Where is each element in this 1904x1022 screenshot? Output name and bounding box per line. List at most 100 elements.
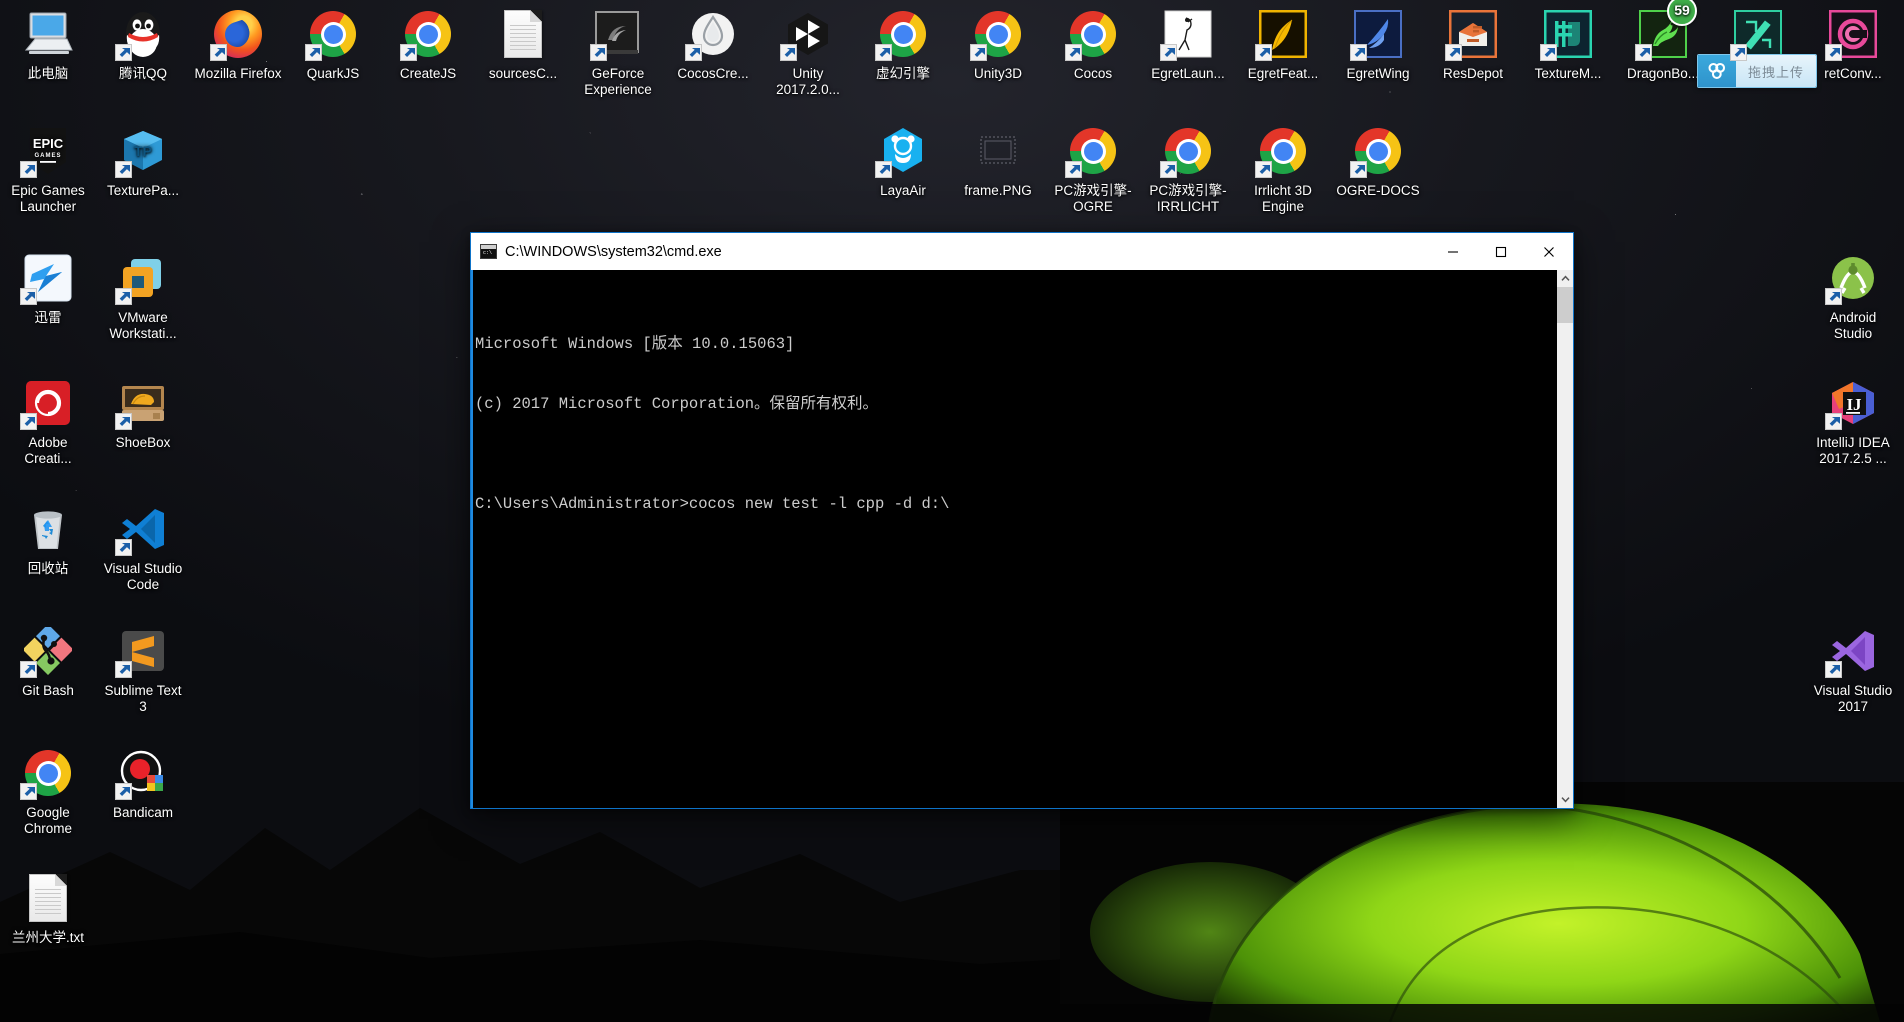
desktop-icon[interactable]: PC游戏引擎-OGRE [1049,125,1137,214]
scrollbar-thumb[interactable] [1557,287,1573,323]
desktop-icon-label: EgretFeat... [1247,66,1319,81]
chevron-down-icon[interactable] [1557,791,1573,808]
desktop-icon-label: 回收站 [27,561,69,576]
shortcut-arrow-icon [1825,661,1842,678]
shortcut-arrow-icon [685,44,702,61]
desktop-icon-label: TextureM... [1534,66,1602,81]
close-button[interactable] [1525,233,1573,270]
chrome-icon [400,8,454,61]
chrome-icon [875,8,929,61]
cmd-body[interactable]: Microsoft Windows [版本 10.0.15063] (c) 20… [471,270,1573,808]
desktop-icon-label: Visual Studio 2017 [1813,683,1893,714]
minimize-button[interactable] [1429,233,1477,270]
intellij-icon: IJ [1825,377,1879,430]
chevron-up-icon[interactable] [1557,270,1573,287]
desktop-icon[interactable]: OGRE-DOCS [1334,125,1422,199]
desktop-icon-label: ResDepot [1442,66,1504,81]
desktop[interactable]: 此电脑 腾讯QQ Mozilla Firefox QuarkJS CreateJS sou… [0,0,1904,1022]
shortcut-arrow-icon [115,413,132,430]
desktop-icon-label: 迅雷 [34,310,62,325]
desktop-icon[interactable]: EgretLaun... [1144,8,1232,82]
desktop-icon-label: EgretLaun... [1151,66,1225,81]
console-scrollbar[interactable] [1556,270,1573,808]
desktop-icon-label: Git Bash [22,683,74,698]
shortcut-arrow-icon [1635,44,1652,61]
desktop-icon[interactable]: IJ IntelliJ IDEA 2017.2.5 ... [1809,377,1897,466]
egretinspector-icon [1730,8,1784,61]
desktop-icon[interactable]: sourcesC... [479,8,567,82]
desktop-icon-label: IntelliJ IDEA 2017.2.5 ... [1816,435,1890,466]
desktop-icon-label: Sublime Text 3 [104,683,182,714]
desktop-icon[interactable]: CocosCre... [669,8,757,82]
desktop-icon[interactable]: PC游戏引擎-IRRLICHT [1144,125,1232,214]
console-output[interactable]: Microsoft Windows [版本 10.0.15063] (c) 20… [471,270,1556,808]
desktop-icon-label: 此电脑 [27,66,69,81]
desktop-icon[interactable]: Visual Studio 2017 [1809,625,1897,714]
baidu-netdisk-upload-widget[interactable]: 拖拽上传 [1697,54,1817,88]
desktop-icon[interactable]: 兰州大学.txt [4,872,92,946]
firefox-icon [210,8,264,61]
desktop-icon[interactable]: 59 DragonBo... [1619,0,1707,82]
desktop-icon[interactable]: GeForce Experience [574,8,662,97]
shortcut-arrow-icon [20,413,37,430]
desktop-icon[interactable]: Bandicam [99,747,187,821]
chrome-icon [970,8,1024,61]
chrome-icon [1350,125,1404,178]
desktop-icon[interactable]: TP TexturePa... [99,125,187,199]
shortcut-arrow-icon [1730,44,1747,61]
svg-text:TP: TP [134,143,152,159]
desktop-icon[interactable]: QuarkJS [289,8,377,82]
desktop-icon[interactable]: EgretFeat... [1239,8,1327,82]
desktop-icon[interactable]: Irrlicht 3D Engine [1239,125,1327,214]
desktop-icon[interactable]: Mozilla Firefox [194,8,282,82]
recyclebin-icon [22,503,74,555]
desktop-icon[interactable]: Google Chrome [4,747,92,836]
desktop-icon[interactable]: TextureM... [1524,8,1612,82]
gitbash-icon [20,625,74,678]
desktop-icon[interactable]: Unity3D [954,8,1042,82]
desktop-icon[interactable]: EgretWing [1334,8,1422,82]
desktop-icon[interactable]: Git Bash [4,625,92,699]
shortcut-arrow-icon [1255,161,1272,178]
desktop-icon[interactable]: 虚幻引擎 [859,8,947,82]
desktop-icon[interactable]: Unity 2017.2.0... [764,8,852,97]
desktop-icon-label: LayaAir [880,183,926,198]
desktop-icon[interactable]: ResDepot [1429,8,1517,82]
desktop-icon[interactable]: Sublime Text 3 [99,625,187,714]
desktop-icon[interactable]: CreateJS [384,8,472,82]
desktop-icon[interactable]: ShoeBox [99,377,187,451]
desktop-icon[interactable]: EPIC GAMES Epic Games Launcher [4,125,92,214]
desktop-icon[interactable]: Adobe Creati... [4,377,92,466]
cmd-window[interactable]: C:\WINDOWS\system32\cmd.exe [470,232,1574,809]
chrome-icon [305,8,359,61]
desktop-icon[interactable]: LayaAir [859,125,947,199]
desktop-icon-label: Visual Studio Code [103,561,183,592]
desktop-icon-label: Epic Games Launcher [11,183,85,214]
desktop-icon[interactable]: 迅雷 [4,252,92,326]
qq-icon [115,8,169,61]
desktop-icon[interactable]: frame.PNG [954,125,1042,199]
androidstudio-icon [1825,252,1879,305]
chrome-icon [1065,8,1119,61]
desktop-icon[interactable]: 此电脑 [4,8,92,82]
desktop-icon-label: EgretWing [1346,66,1410,81]
shortcut-arrow-icon [1350,44,1367,61]
desktop-icon[interactable]: VMware Workstati... [99,252,187,341]
desktop-icon-label: Cocos [1073,66,1113,81]
desktop-icon[interactable]: Cocos [1049,8,1137,82]
chrome-icon [20,747,74,800]
desktop-icon-label: Google Chrome [23,805,72,836]
desktop-icon[interactable]: 腾讯QQ [99,8,187,82]
desktop-icon-label: sourcesC... [488,66,558,81]
desktop-icon[interactable]: 回收站 [4,503,92,577]
desktop-icon[interactable]: retConv... [1809,8,1897,82]
shortcut-arrow-icon [20,661,37,678]
maximize-button[interactable] [1477,233,1525,270]
window-controls [1429,233,1573,270]
cmd-titlebar[interactable]: C:\WINDOWS\system32\cmd.exe [471,233,1573,270]
desktop-icon[interactable]: Visual Studio Code [99,503,187,592]
desktop-icon[interactable]: Android Studio [1809,252,1897,341]
shortcut-arrow-icon [1065,44,1082,61]
desktop-icon-label: Unity3D [973,66,1022,81]
scrollbar-track[interactable] [1557,287,1573,791]
